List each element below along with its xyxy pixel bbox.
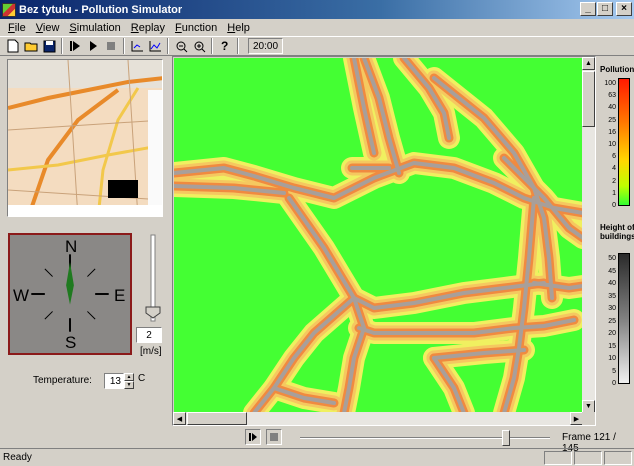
buildings-tick-label: 30 — [608, 305, 616, 312]
status-pane — [574, 450, 602, 465]
frame-slider-thumb[interactable] — [502, 430, 510, 446]
zoom-out-icon[interactable] — [172, 37, 190, 55]
city-minimap[interactable] — [7, 59, 163, 217]
window-title: Bez tytułu - Pollution Simulator — [19, 3, 183, 16]
compass-south-label: S — [65, 333, 77, 352]
menu-simulation[interactable]: Simulation — [64, 22, 125, 34]
chart-axes-icon[interactable] — [128, 37, 146, 55]
pollution-tick-label: 4 — [612, 165, 616, 173]
temperature-unit: C — [138, 373, 146, 384]
menu-file[interactable]: File — [3, 22, 31, 34]
buildings-legend-title-line2: buildings — [600, 232, 634, 241]
toolbar-separator — [123, 38, 125, 54]
buildings-tick-label: 15 — [608, 342, 616, 350]
toolbar-separator — [61, 38, 63, 54]
toolbar: ? 20:00 — [0, 36, 634, 56]
new-file-icon[interactable] — [4, 37, 22, 55]
buildings-tick-label: 50 — [608, 255, 616, 262]
vertical-scroll-thumb[interactable] — [582, 71, 595, 127]
replay-stop-button[interactable] — [266, 429, 282, 445]
menu-view[interactable]: View — [31, 22, 65, 34]
wind-direction-compass[interactable]: N S W E — [8, 233, 132, 355]
pollution-map-view: ▲ ▼ ◀ ▶ — [172, 56, 596, 426]
buildings-tick-label: 10 — [608, 355, 616, 362]
maximize-button[interactable]: □ — [597, 2, 613, 16]
pollution-color-scale — [618, 78, 630, 206]
map-horizontal-scrollbar[interactable]: ◀ ▶ — [173, 412, 583, 425]
simulation-time-display: 20:00 — [248, 38, 284, 54]
map-vertical-scrollbar[interactable]: ▲ ▼ — [582, 57, 595, 413]
buildings-tick-label: 45 — [608, 267, 616, 275]
temperature-spinner[interactable]: ▲ ▼ — [124, 373, 134, 389]
status-text: Ready — [3, 452, 32, 463]
buildings-tick-label: 35 — [608, 292, 616, 300]
buildings-legend-title-line1: Height of — [600, 223, 634, 232]
buildings-tick-label: 0 — [612, 380, 616, 387]
map-legend: Pollution 100 63 40 25 16 10 6 4 2 1 0 Height of b… — [598, 56, 634, 426]
minimize-button[interactable]: _ — [580, 2, 596, 16]
pollution-tick-label: 2 — [612, 177, 616, 185]
menu-bar: File View Simulation Replay Function Hel… — [0, 19, 634, 36]
spin-up-icon[interactable]: ▲ — [124, 373, 134, 381]
wind-speed-unit: [m/s] — [140, 346, 162, 357]
title-bar: Bez tytułu - Pollution Simulator _ □ × — [0, 0, 634, 19]
app-icon — [2, 2, 16, 17]
pollution-tick-label: 10 — [608, 141, 616, 148]
pollution-tick-label: 16 — [608, 128, 616, 136]
buildings-tick-label: 25 — [608, 317, 616, 325]
frame-slider-track[interactable] — [300, 437, 550, 439]
save-icon[interactable] — [40, 37, 58, 55]
menu-help[interactable]: Help — [222, 22, 255, 34]
replay-bar: Frame 121 / 145 — [0, 426, 634, 454]
pollution-tick-label: 25 — [608, 116, 616, 124]
status-pane — [544, 450, 572, 465]
replay-play-button[interactable] — [245, 429, 261, 445]
temperature-input[interactable]: 13 — [104, 373, 124, 389]
scroll-up-icon[interactable]: ▲ — [582, 57, 595, 70]
menu-function[interactable]: Function — [170, 22, 222, 34]
step-forward-icon[interactable] — [66, 37, 84, 55]
pollution-tick-label: 63 — [608, 92, 616, 100]
pollution-tick-label: 40 — [608, 104, 616, 112]
svg-text:?: ? — [221, 39, 228, 53]
toolbar-separator — [211, 38, 213, 54]
toolbar-separator — [237, 38, 239, 54]
menu-replay[interactable]: Replay — [126, 22, 170, 34]
status-pane — [604, 450, 632, 465]
spin-down-icon[interactable]: ▼ — [124, 381, 134, 389]
control-panel: N S W E 2 [m/s] Temperature: 13 ▲ ▼ C — [0, 57, 170, 425]
chart-line-icon[interactable] — [146, 37, 164, 55]
buildings-tick-label: 5 — [612, 367, 616, 375]
pollution-map-canvas[interactable] — [174, 58, 583, 413]
wind-speed-slider[interactable] — [145, 233, 161, 323]
pollution-tick-label: 6 — [612, 153, 616, 161]
buildings-tick-label: 20 — [608, 330, 616, 337]
help-icon[interactable]: ? — [216, 37, 234, 55]
wind-speed-value[interactable]: 2 — [136, 327, 162, 343]
scrollbar-corner — [582, 412, 595, 425]
compass-north-label: N — [65, 237, 78, 256]
buildings-gray-scale — [618, 253, 630, 384]
open-folder-icon[interactable] — [22, 37, 40, 55]
pollution-legend-title: Pollution — [600, 65, 634, 74]
pollution-tick-label: 0 — [612, 202, 616, 209]
status-bar: Ready — [0, 448, 634, 466]
compass-west-label: W — [13, 286, 30, 305]
stop-icon[interactable] — [102, 37, 120, 55]
temperature-label: Temperature: — [33, 375, 92, 386]
toolbar-separator — [167, 38, 169, 54]
scroll-left-icon[interactable]: ◀ — [173, 412, 186, 425]
zoom-in-icon[interactable] — [190, 37, 208, 55]
pollution-tick-label: 100 — [604, 80, 616, 87]
close-button[interactable]: × — [616, 2, 632, 16]
compass-east-label: E — [114, 286, 126, 305]
horizontal-scroll-thumb[interactable] — [187, 412, 247, 425]
play-icon[interactable] — [84, 37, 102, 55]
buildings-tick-label: 40 — [608, 280, 616, 287]
pollution-tick-label: 1 — [612, 189, 616, 197]
